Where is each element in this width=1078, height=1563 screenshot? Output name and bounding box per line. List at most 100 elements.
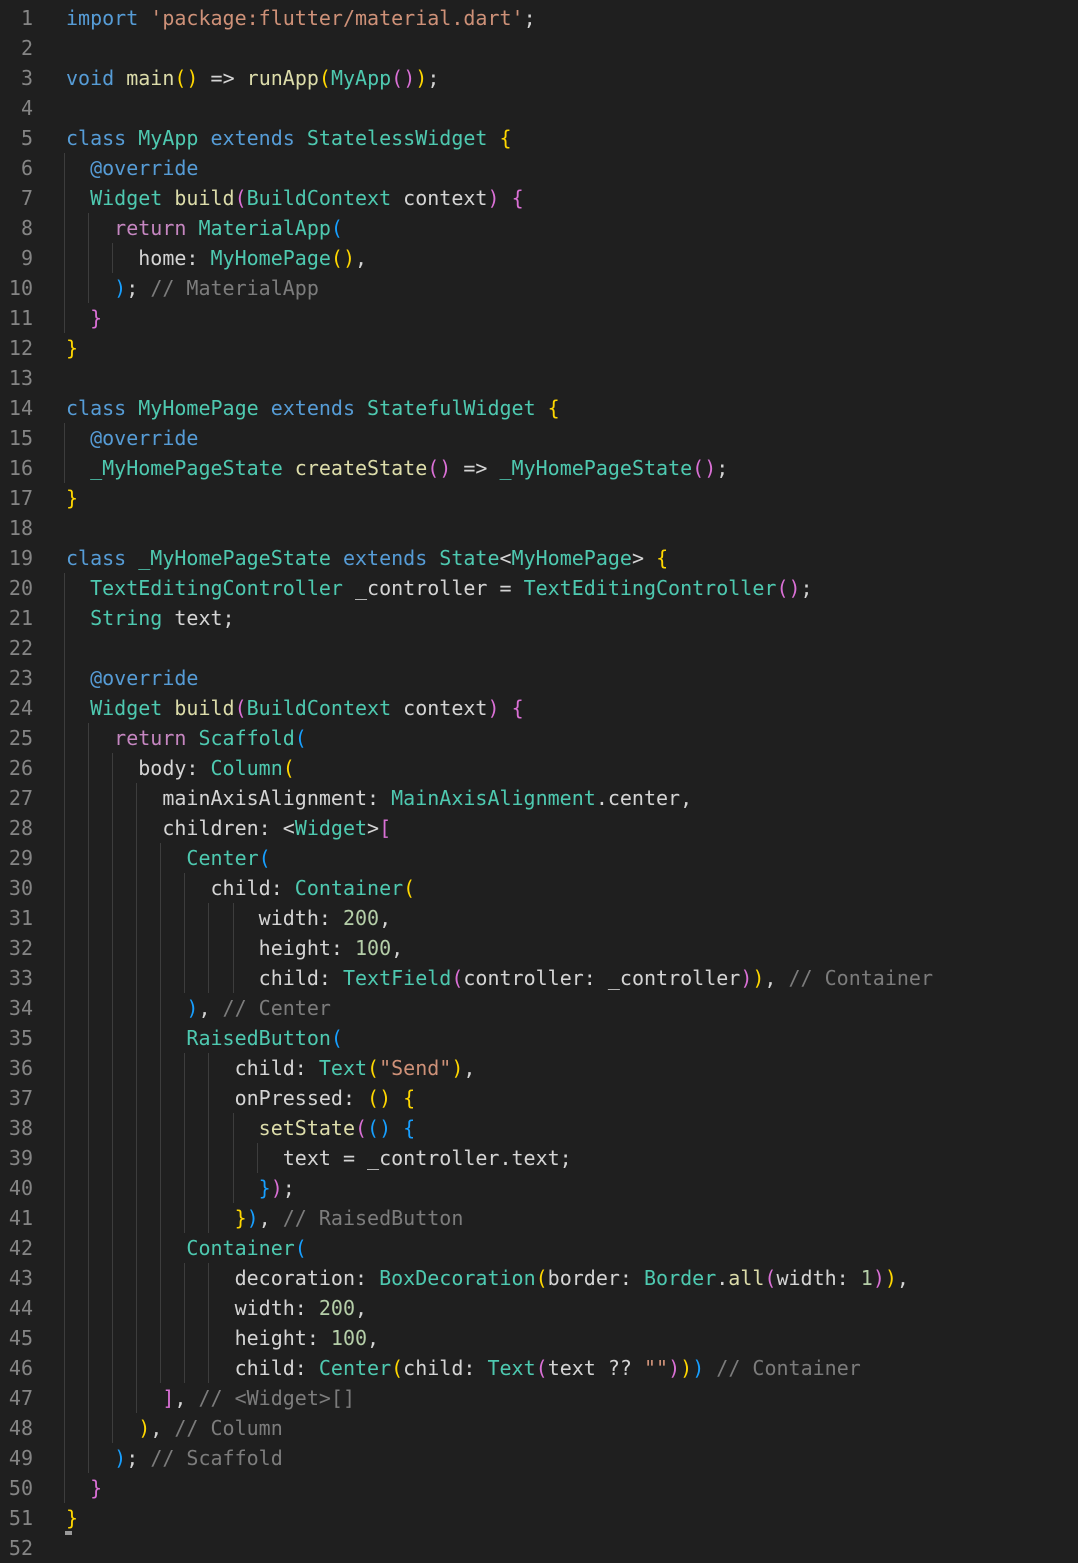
code-line[interactable]: 22 — [0, 633, 1078, 663]
indent-guide — [64, 1143, 65, 1173]
closing-label: // Container — [716, 1356, 861, 1380]
code-line[interactable]: 37 onPressed: () { — [0, 1083, 1078, 1113]
token-type: MyHomePage — [138, 396, 270, 420]
code-text: class _MyHomePageState extends State<MyH… — [66, 543, 1078, 573]
code-line[interactable]: 27 mainAxisAlignment: MainAxisAlignment.… — [0, 783, 1078, 813]
code-line[interactable]: 49 ); // Scaffold — [0, 1443, 1078, 1473]
line-number: 19 — [0, 543, 33, 573]
code-line[interactable]: 21 String text; — [0, 603, 1078, 633]
line-number: 41 — [0, 1203, 33, 1233]
token-type: Container — [295, 876, 403, 900]
code-text: height: 100, — [66, 933, 1078, 963]
code-line[interactable]: 10 ); // MaterialApp — [0, 273, 1078, 303]
code-line[interactable]: 16 _MyHomePageState createState() => _My… — [0, 453, 1078, 483]
token-text: _controller = — [355, 576, 524, 600]
code-line[interactable]: 25 return Scaffold( — [0, 723, 1078, 753]
token-number: 200 — [343, 906, 379, 930]
code-line[interactable]: 13 — [0, 363, 1078, 393]
code-line[interactable]: 39 text = _controller.text; — [0, 1143, 1078, 1173]
line-number: 11 — [0, 303, 33, 333]
token-number: 1 — [861, 1266, 873, 1290]
code-line[interactable]: 20 TextEditingController _controller = T… — [0, 573, 1078, 603]
code-line[interactable]: 15 @override — [0, 423, 1078, 453]
code-line[interactable]: 14class MyHomePage extends StatefulWidge… — [0, 393, 1078, 423]
token-text: , — [463, 1056, 475, 1080]
code-line[interactable]: 38 setState(() { — [0, 1113, 1078, 1143]
code-line[interactable]: 45 height: 100, — [0, 1323, 1078, 1353]
code-text: setState(() { — [66, 1113, 1078, 1143]
line-number: 32 — [0, 933, 33, 963]
token-bracket: ( — [295, 726, 307, 750]
code-line[interactable]: 17} — [0, 483, 1078, 513]
code-line[interactable]: 31 width: 200, — [0, 903, 1078, 933]
line-number: 30 — [0, 873, 33, 903]
token-bracket: } — [66, 336, 78, 360]
code-line[interactable]: 8 return MaterialApp( — [0, 213, 1078, 243]
token-function: createState — [295, 456, 427, 480]
token-bracket: () — [776, 576, 800, 600]
code-line[interactable]: 2 — [0, 33, 1078, 63]
code-line[interactable]: 12} — [0, 333, 1078, 363]
token-text: height: — [66, 936, 355, 960]
line-number: 33 — [0, 963, 33, 993]
line-number: 49 — [0, 1443, 33, 1473]
token-string: "" — [644, 1356, 668, 1380]
code-line[interactable]: 35 RaisedButton( — [0, 1023, 1078, 1053]
code-line[interactable]: 47 ], // <Widget>[] — [0, 1383, 1078, 1413]
code-line[interactable]: 23 @override — [0, 663, 1078, 693]
line-number: 5 — [0, 123, 33, 153]
code-line[interactable]: 1import 'package:flutter/material.dart'; — [0, 3, 1078, 33]
token-text: ; — [801, 576, 813, 600]
code-text: onPressed: () { — [66, 1083, 1078, 1113]
code-line[interactable]: 32 height: 100, — [0, 933, 1078, 963]
token-text: child: — [66, 1356, 319, 1380]
token-keyword: class — [66, 546, 138, 570]
code-line[interactable]: 30 child: Container( — [0, 873, 1078, 903]
code-line[interactable]: 52 — [0, 1533, 1078, 1563]
code-line[interactable]: 4 — [0, 93, 1078, 123]
closing-label: // Column — [174, 1416, 282, 1440]
line-number: 22 — [0, 633, 33, 663]
closing-label: // <Widget>[] — [198, 1386, 355, 1410]
token-text: ; — [524, 6, 536, 30]
code-line[interactable]: 6 @override — [0, 153, 1078, 183]
code-line[interactable]: 48 ), // Column — [0, 1413, 1078, 1443]
code-line[interactable]: 3void main() => runApp(MyApp()); — [0, 63, 1078, 93]
code-line[interactable]: 18 — [0, 513, 1078, 543]
code-line[interactable]: 40 }); — [0, 1173, 1078, 1203]
closing-label: // Container — [789, 966, 934, 990]
indent-guide — [64, 933, 65, 963]
token-text: => — [198, 66, 246, 90]
token-keyword: @override — [66, 156, 198, 180]
token-type: _MyHomePageState — [66, 456, 295, 480]
code-line[interactable]: 11 } — [0, 303, 1078, 333]
code-line[interactable]: 44 width: 200, — [0, 1293, 1078, 1323]
code-line[interactable]: 5class MyApp extends StatelessWidget { — [0, 123, 1078, 153]
code-line[interactable]: 33 child: TextField(controller: _control… — [0, 963, 1078, 993]
line-number: 27 — [0, 783, 33, 813]
code-line[interactable]: 42 Container( — [0, 1233, 1078, 1263]
code-line[interactable]: 24 Widget build(BuildContext context) { — [0, 693, 1078, 723]
code-line[interactable]: 34 ), // Center — [0, 993, 1078, 1023]
token-bracket: () — [331, 246, 355, 270]
token-type: BuildContext — [247, 186, 392, 210]
token-type: TextField — [343, 966, 451, 990]
code-line[interactable]: 36 child: Text("Send"), — [0, 1053, 1078, 1083]
token-bracket: ( — [451, 966, 463, 990]
code-line[interactable]: 9 home: MyHomePage(), — [0, 243, 1078, 273]
code-line[interactable]: 28 children: <Widget>[ — [0, 813, 1078, 843]
code-line[interactable]: 50 } — [0, 1473, 1078, 1503]
code-line[interactable]: 7 Widget build(BuildContext context) { — [0, 183, 1078, 213]
code-line[interactable]: 26 body: Column( — [0, 753, 1078, 783]
code-line[interactable]: 43 decoration: BoxDecoration(border: Bor… — [0, 1263, 1078, 1293]
code-line[interactable]: 51} — [0, 1503, 1078, 1533]
code-line[interactable]: 19 class _MyHomePageState extends State<M… — [0, 543, 1078, 573]
token-function: setState — [66, 1116, 355, 1140]
code-line[interactable]: 29 Center( — [0, 843, 1078, 873]
code-text: import 'package:flutter/material.dart'; — [66, 3, 1078, 33]
token-keyword: void — [66, 66, 126, 90]
code-line[interactable]: 41 }), // RaisedButton — [0, 1203, 1078, 1233]
indent-guide — [64, 1443, 65, 1473]
token-text — [500, 696, 512, 720]
code-line[interactable]: 46 child: Center(child: Text(text ?? "")… — [0, 1353, 1078, 1383]
